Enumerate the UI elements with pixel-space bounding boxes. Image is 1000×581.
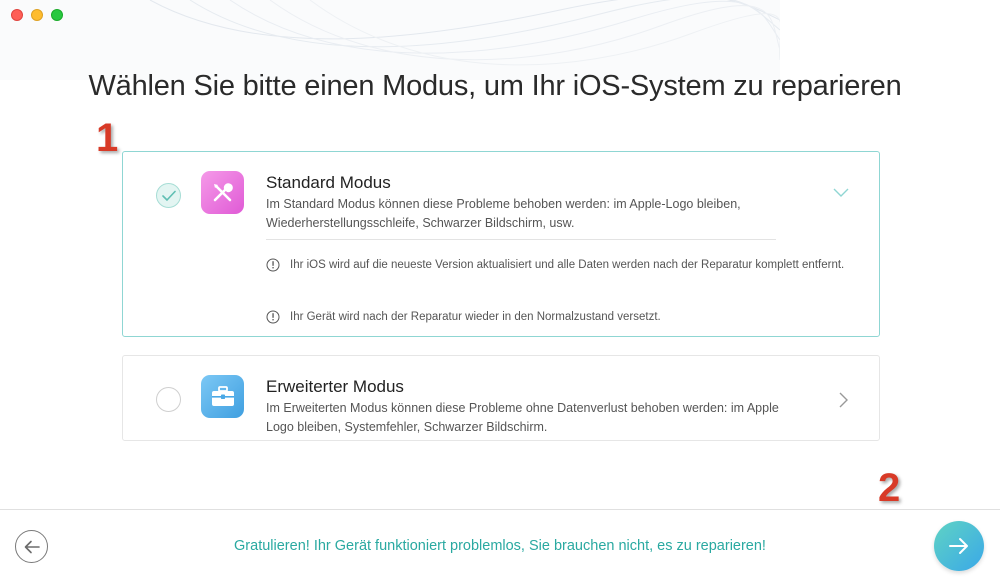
standard-mode-card[interactable]: Standard Modus Im Standard Modus können … bbox=[122, 151, 880, 337]
footer-divider bbox=[0, 509, 1000, 510]
advanced-mode-description: Im Erweiterten Modus können diese Proble… bbox=[266, 401, 779, 434]
info-icon bbox=[266, 258, 280, 272]
minimize-window-button[interactable] bbox=[31, 9, 43, 21]
checkmark-icon bbox=[162, 190, 176, 201]
page-title: Wählen Sie bitte einen Modus, um Ihr iOS… bbox=[88, 70, 902, 102]
step-annotation-1: 1 bbox=[96, 116, 119, 160]
divider bbox=[266, 239, 776, 240]
standard-mode-title: Standard Modus bbox=[266, 173, 391, 192]
tools-icon bbox=[201, 171, 244, 214]
info-note: Ihr Gerät wird nach der Reparatur wieder… bbox=[266, 308, 856, 326]
step-annotation-2: 2 bbox=[878, 466, 901, 510]
info-note-text: Ihr Gerät wird nach der Reparatur wieder… bbox=[290, 311, 661, 323]
arrow-right-icon bbox=[949, 538, 968, 554]
standard-mode-radio[interactable] bbox=[156, 183, 181, 208]
maximize-window-button[interactable] bbox=[51, 9, 63, 21]
window-controls bbox=[11, 9, 63, 21]
chevron-right-icon[interactable] bbox=[839, 392, 849, 408]
chevron-down-icon[interactable] bbox=[833, 188, 849, 198]
advanced-mode-title: Erweiterter Modus bbox=[266, 377, 404, 396]
toolbox-icon bbox=[201, 375, 244, 418]
background-waves bbox=[0, 0, 780, 80]
advanced-mode-card[interactable]: Erweiterter Modus Im Erweiterten Modus k… bbox=[122, 355, 880, 441]
status-message: Gratulieren! Ihr Gerät funktioniert prob… bbox=[234, 538, 766, 554]
advanced-mode-radio[interactable] bbox=[156, 387, 181, 412]
next-button[interactable] bbox=[934, 521, 984, 571]
app-window: Wählen Sie bitte einen Modus, um Ihr iOS… bbox=[0, 0, 1000, 581]
info-note: Ihr iOS wird auf die neueste Version akt… bbox=[266, 256, 856, 274]
close-window-button[interactable] bbox=[11, 9, 23, 21]
standard-mode-description: Im Standard Modus können diese Probleme … bbox=[266, 197, 741, 230]
info-note-text: Ihr iOS wird auf die neueste Version akt… bbox=[290, 259, 845, 271]
info-icon bbox=[266, 310, 280, 324]
